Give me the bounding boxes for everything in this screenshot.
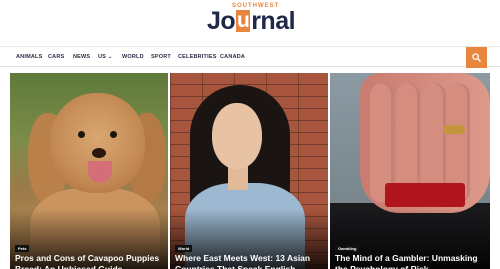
- site-logo[interactable]: Journal: [207, 7, 296, 35]
- search-button[interactable]: [466, 47, 487, 68]
- search-icon: [472, 53, 481, 62]
- nav-item-us[interactable]: US ⌄: [98, 54, 112, 60]
- article-title[interactable]: Pros and Cons of Cavapoo Puppies Breed: …: [15, 253, 165, 269]
- nav-item-cars[interactable]: CARS: [48, 54, 64, 60]
- nav-item-us-label: US: [98, 54, 107, 60]
- main-nav: ANIMALS CARS NEWS US ⌄ WORLD SPORT CELEBR…: [0, 46, 500, 68]
- nav-item-sport[interactable]: SPORT: [151, 54, 171, 60]
- site-header: SOUTHWEST Journal: [0, 0, 500, 46]
- article-card[interactable]: World Where East Meets West: 13 Asian Co…: [170, 73, 328, 269]
- chevron-down-icon: ⌄: [108, 54, 113, 60]
- article-category-badge[interactable]: World: [175, 245, 193, 252]
- nav-item-celebrities[interactable]: CELEBRITIES: [178, 54, 217, 60]
- article-title[interactable]: The Mind of a Gambler: Unmasking the Psy…: [335, 253, 485, 269]
- nav-item-news[interactable]: NEWS: [73, 54, 90, 60]
- article-card[interactable]: Pets Pros and Cons of Cavapoo Puppies Br…: [10, 73, 168, 269]
- article-category-badge[interactable]: Pets: [15, 245, 30, 252]
- featured-articles: Pets Pros and Cons of Cavapoo Puppies Br…: [10, 73, 490, 269]
- nav-item-canada[interactable]: CANADA: [220, 54, 245, 60]
- logo-highlight-letter: u: [236, 9, 251, 32]
- article-title[interactable]: Where East Meets West: 13 Asian Countrie…: [175, 253, 325, 269]
- logo-text-end: rnal: [251, 7, 296, 35]
- nav-item-world[interactable]: WORLD: [122, 54, 144, 60]
- nav-item-animals[interactable]: ANIMALS: [16, 54, 42, 60]
- article-card[interactable]: Gambling The Mind of a Gambler: Unmaskin…: [330, 73, 490, 269]
- logo-text-start: Jo: [207, 7, 236, 35]
- article-category-badge[interactable]: Gambling: [335, 245, 360, 252]
